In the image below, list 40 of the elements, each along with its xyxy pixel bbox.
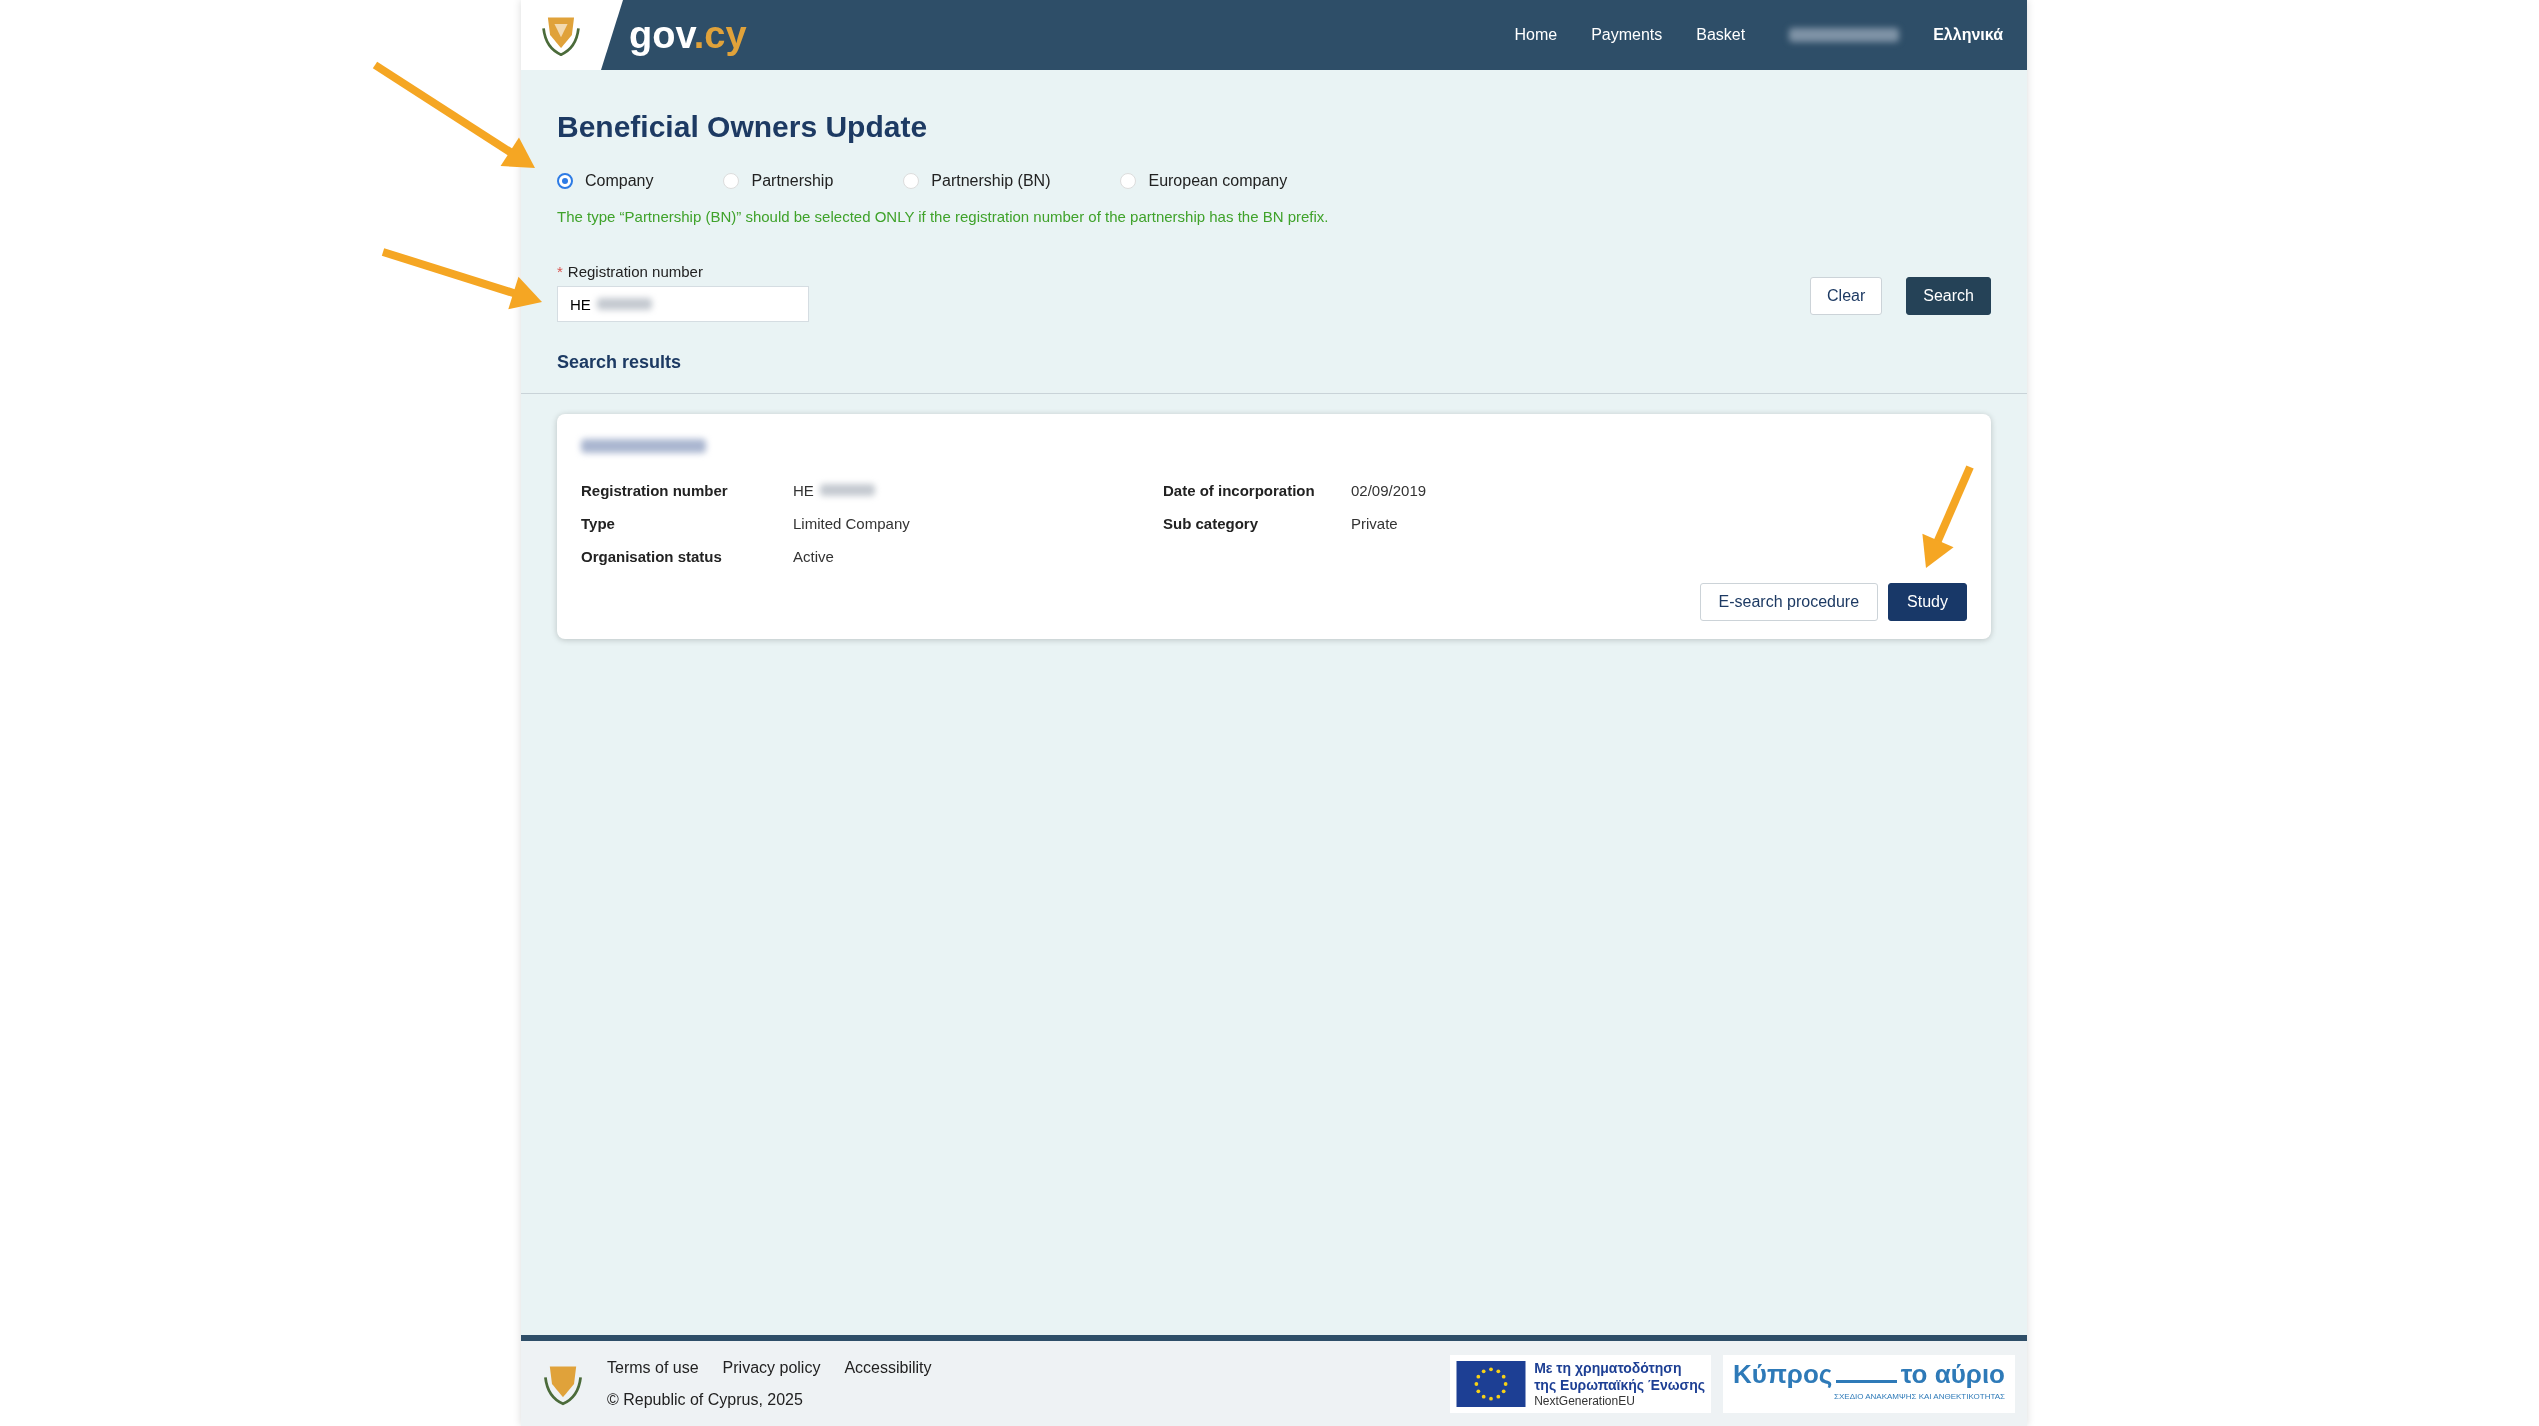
field-value: HE [793,482,1163,499]
footer-link[interactable]: Privacy policy [722,1358,821,1377]
e-search-button[interactable]: E-search procedure [1699,583,1879,621]
footer-link[interactable]: Terms of use [607,1358,699,1377]
field-label: Registration number [567,263,703,280]
eu-funding-text: της Ευρωπαϊκής Ένωσης [1534,1376,1705,1394]
field-label: Date of incorporation [1163,482,1316,499]
eu-flag-icon [1456,1360,1527,1407]
radio-option[interactable]: Partnership [723,172,834,190]
footer-link[interactable]: Accessibility [844,1358,932,1377]
eu-program-text: NextGenerationEU [1534,1393,1636,1408]
field-label: Type [581,515,616,532]
field-value: Active [793,548,835,565]
field-value: 02/09/2019 [1351,482,1428,499]
nav-link[interactable]: Basket [1696,26,1746,44]
field-label: Sub category [1163,515,1260,532]
search-button[interactable]: Search [1906,277,1991,315]
copyright-text: © Republic of Cyprus, 2025 [607,1390,804,1409]
nav-link[interactable]: Payments [1591,26,1663,44]
recovery-plan-word: το αύριο [1900,1358,2005,1389]
recovery-plan-subtitle: ΣΧΕΔΙΟ ΑΝΑΚΑΜΨΗΣ ΚΑΙ ΑΝΘΕΚΤΙΚΟΤΗΤΑΣ [1833,1391,2005,1401]
radio-option[interactable]: Company [557,172,654,190]
clear-button[interactable]: Clear [1810,277,1883,315]
required-mark: * [557,263,563,280]
site-logo[interactable]: gov.cy [629,13,747,57]
hint-text: The type “Partnership (BN)” should be selected ONLY if the registration number of the partnership has the BN prefix. [557,208,1330,225]
nav-link[interactable]: Home [1514,26,1558,44]
radio-option[interactable]: Partnership (BN) [903,172,1051,190]
radio-option[interactable]: European company [1120,172,1288,190]
recovery-plan-word: Κύπρος [1733,1358,1833,1389]
field-label: Registration number [581,482,729,499]
results-heading: Search results [557,352,683,373]
page-title: Beneficial Owners Update [557,110,929,144]
field-value: Limited Company [793,515,911,532]
eu-funding-text: Με τη χρηματοδότηση [1534,1359,1683,1377]
study-button[interactable]: Study [1888,583,1967,621]
registration-input[interactable]: HE [557,286,809,322]
language-link[interactable]: Ελληνικά [1933,26,2003,44]
field-label: Organisation status [581,548,723,565]
field-value: Private [1351,515,1399,532]
